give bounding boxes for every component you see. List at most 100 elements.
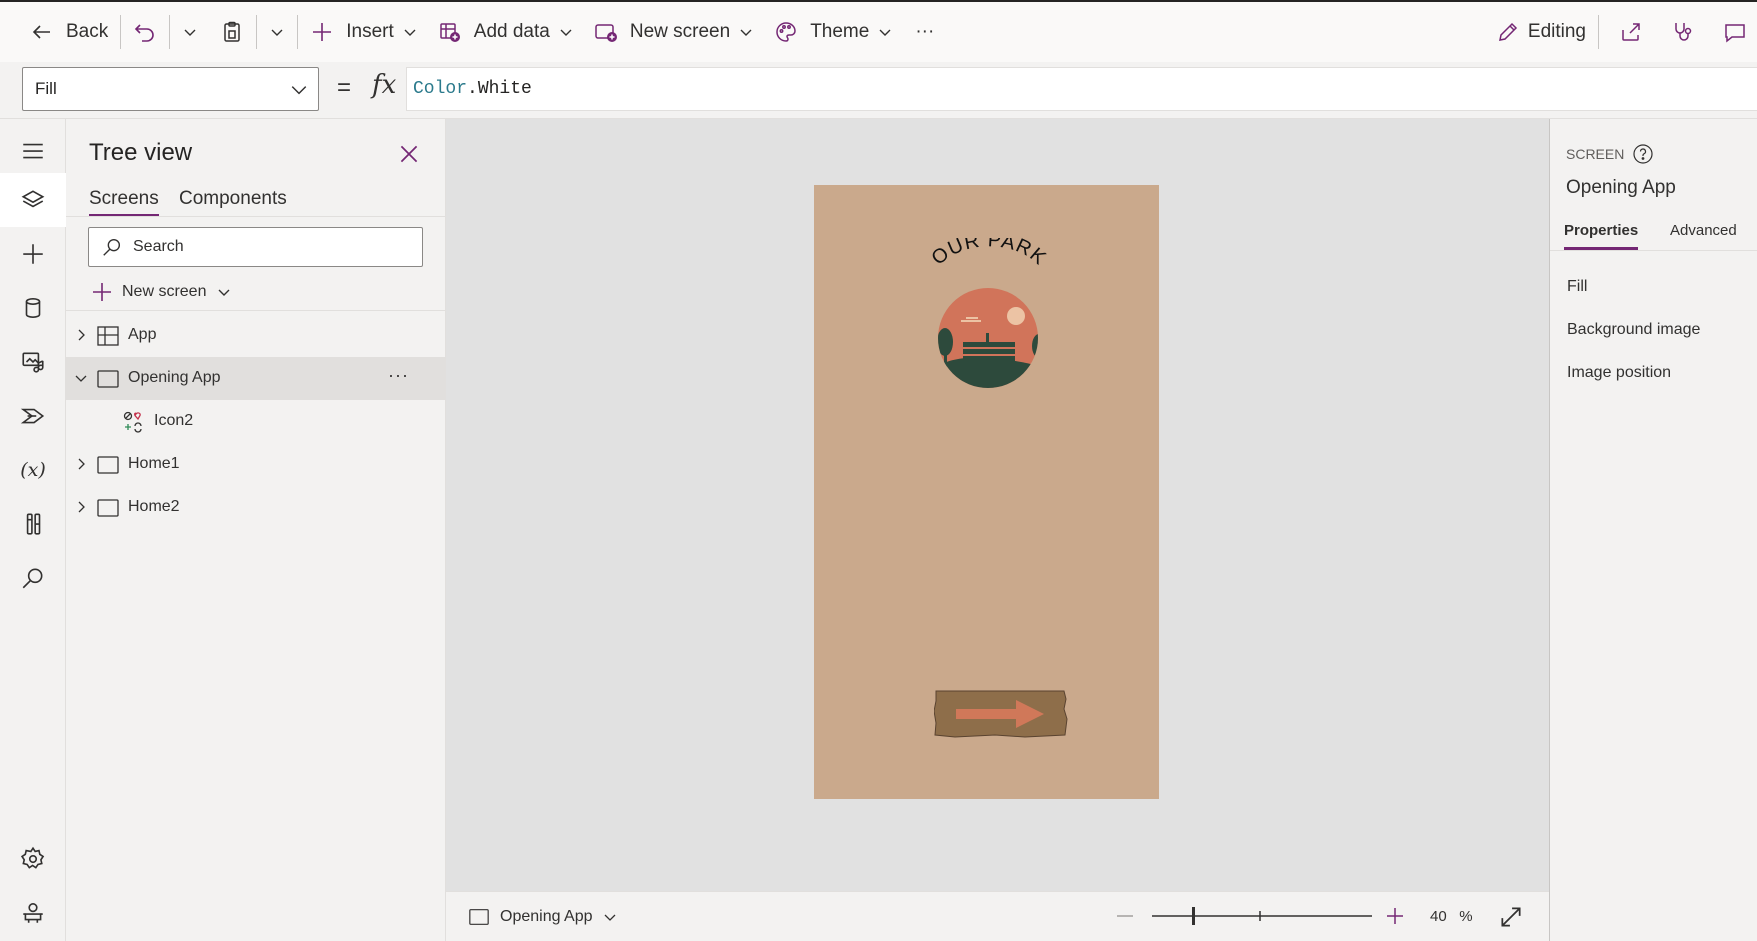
insert-rail-button[interactable] — [0, 227, 66, 281]
virtual-agent-icon — [23, 902, 43, 923]
palette-icon — [776, 22, 796, 42]
undo-dropdown-button[interactable] — [174, 12, 206, 52]
app-icon — [97, 326, 119, 346]
undo-icon — [135, 24, 155, 42]
tree-view-button[interactable] — [0, 173, 66, 227]
tree-node-label: App — [128, 326, 157, 343]
hamburger-menu-button[interactable] — [0, 124, 66, 178]
help-icon[interactable] — [1632, 143, 1654, 165]
tab-components[interactable]: Components — [179, 188, 287, 214]
zoom-slider[interactable] — [1152, 904, 1372, 928]
share-icon — [1622, 23, 1640, 41]
tab-screens[interactable]: Screens — [89, 188, 159, 217]
add-data-button[interactable]: Add data — [430, 12, 582, 52]
fx-icon[interactable]: fx — [372, 70, 396, 100]
chevron-down-icon[interactable] — [74, 371, 88, 385]
zoom-number: 40 — [1430, 908, 1447, 925]
plus-icon — [93, 283, 111, 301]
undo-button[interactable] — [125, 12, 165, 52]
tree-node-label: Opening App — [128, 369, 221, 386]
fit-to-window-icon[interactable] — [1498, 904, 1524, 930]
formula-input[interactable]: Color .White — [406, 67, 1757, 111]
theme-label: Theme — [810, 21, 870, 42]
tree-node-icon2[interactable]: Icon2 — [66, 400, 446, 443]
tree-node-home2[interactable]: Home2 — [66, 486, 446, 529]
prop-row-background-image[interactable]: Background image — [1567, 321, 1700, 339]
search-rail-button[interactable] — [0, 551, 66, 605]
tab-properties[interactable]: Properties — [1564, 222, 1639, 250]
arrow-right-icon[interactable] — [934, 689, 1068, 739]
media-rail-button[interactable] — [0, 335, 66, 389]
search-icon — [103, 238, 121, 256]
power-automate-icon — [20, 408, 45, 424]
insert-button[interactable]: Insert — [302, 12, 426, 52]
media-icon — [22, 352, 44, 373]
variables-button[interactable]: (x) — [0, 443, 66, 497]
theme-button[interactable]: Theme — [766, 12, 901, 52]
status-bar: Opening App 40 % — [446, 891, 1549, 941]
settings-button[interactable] — [0, 832, 66, 886]
tab-advanced[interactable]: Advanced — [1670, 222, 1737, 247]
new-screen-button[interactable]: New screen — [586, 12, 762, 52]
zoom-out-icon[interactable] — [1113, 904, 1137, 928]
back-button[interactable]: Back — [22, 12, 116, 52]
data-rail-button[interactable] — [0, 281, 66, 335]
tree-node-label: Home1 — [128, 455, 180, 472]
chevron-down-icon — [218, 289, 230, 296]
zoom-level: 40 % — [1430, 908, 1473, 925]
arrow-left-icon — [32, 25, 50, 39]
plus-icon — [313, 23, 332, 41]
chevron-down-icon — [271, 29, 283, 36]
more-options-button[interactable]: ··· — [388, 365, 409, 386]
tree-node-opening-app[interactable]: Opening App ··· — [66, 357, 446, 400]
editing-label: Editing — [1527, 21, 1586, 42]
equals-sign: = — [337, 74, 352, 101]
paste-button[interactable] — [212, 12, 252, 52]
editing-button[interactable]: Editing — [1488, 12, 1594, 52]
new-screen-label: New screen — [629, 21, 731, 42]
close-icon[interactable] — [396, 141, 422, 167]
design-canvas[interactable]: OUR PARK — [446, 119, 1549, 891]
new-screen-button[interactable]: New screen — [90, 277, 232, 307]
divider — [297, 15, 299, 49]
app-checker-button[interactable] — [1663, 12, 1703, 52]
share-button[interactable] — [1611, 12, 1651, 52]
add-data-icon — [440, 23, 460, 42]
logo-text: OUR PARK — [928, 238, 1050, 270]
search-icon — [22, 568, 43, 589]
screen-selector[interactable]: Opening App — [468, 906, 617, 928]
tree-node-label: Home2 — [128, 498, 180, 515]
property-dropdown[interactable]: Fill — [22, 67, 319, 111]
tree-node-home1[interactable]: Home1 — [66, 443, 446, 486]
divider — [1598, 15, 1599, 49]
virtual-agent-button[interactable] — [0, 886, 66, 940]
prop-row-image-position[interactable]: Image position — [1567, 364, 1671, 382]
chevron-down-icon — [560, 29, 572, 36]
chevron-right-icon[interactable] — [74, 328, 88, 342]
our-park-logo[interactable]: OUR PARK — [921, 238, 1056, 388]
selected-control-name: Opening App — [1566, 177, 1676, 198]
comments-button[interactable] — [1715, 12, 1755, 52]
chevron-right-icon[interactable] — [74, 500, 88, 514]
divider — [169, 15, 171, 49]
tree-search-box[interactable] — [88, 227, 423, 267]
advanced-tools-button[interactable] — [0, 497, 66, 551]
properties-pane: SCREEN Opening App Properties Advanced F… — [1549, 119, 1757, 941]
chevron-right-icon[interactable] — [74, 457, 88, 471]
paste-dropdown-button[interactable] — [261, 12, 293, 52]
more-commands-button[interactable]: ··· — [907, 12, 942, 52]
hamburger-menu-icon — [23, 143, 43, 159]
power-automate-button[interactable] — [0, 389, 66, 443]
control-kind-label: SCREEN — [1566, 146, 1625, 162]
divider — [66, 310, 446, 311]
tree-view-title: Tree view — [89, 139, 193, 166]
more-label: ··· — [915, 21, 935, 42]
prop-row-fill[interactable]: Fill — [1567, 278, 1587, 296]
app-screen-preview[interactable]: OUR PARK — [814, 185, 1159, 799]
new-screen-icon — [595, 24, 617, 42]
icon-control-icon — [123, 411, 142, 433]
tree-node-app[interactable]: App — [66, 314, 446, 357]
comment-icon — [1725, 24, 1745, 43]
tree-search-input[interactable] — [133, 238, 413, 256]
zoom-in-icon[interactable] — [1383, 904, 1407, 928]
